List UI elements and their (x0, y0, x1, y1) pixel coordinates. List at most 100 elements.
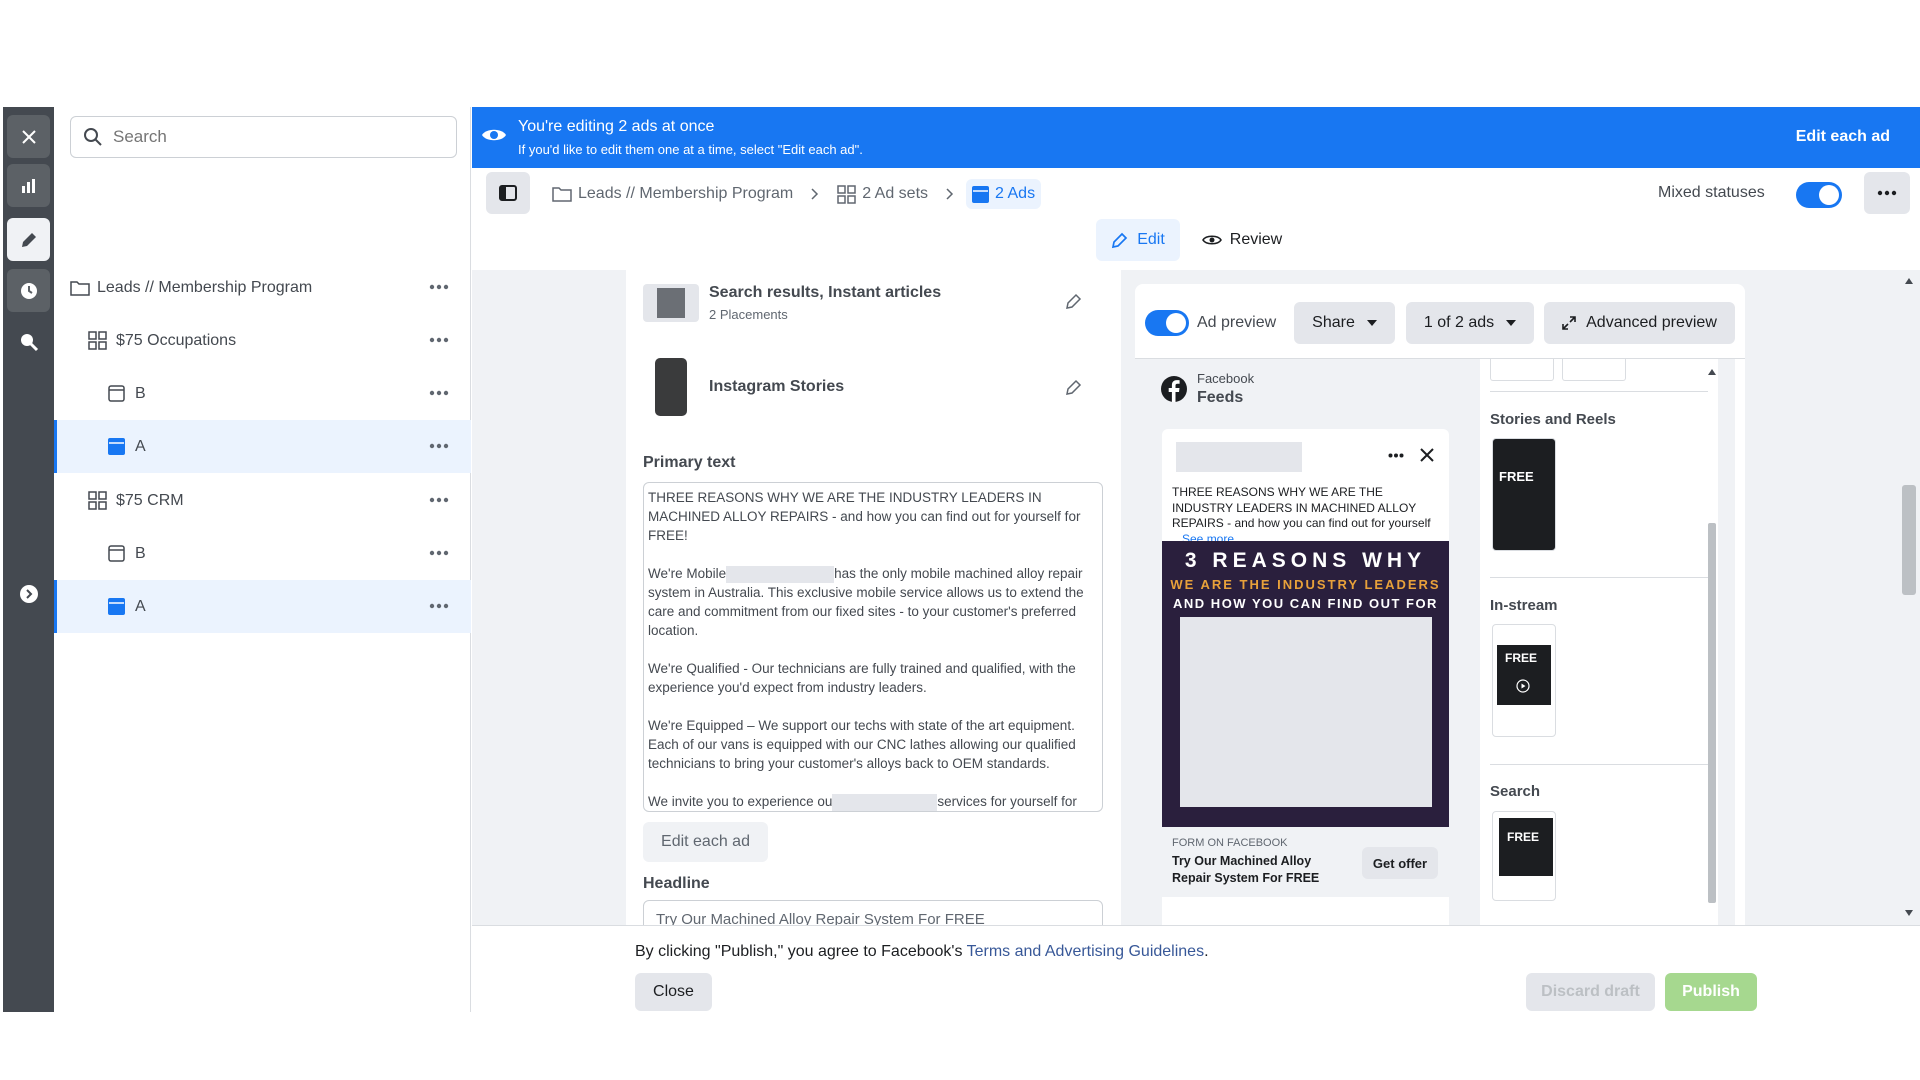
ad-preview-toggle[interactable] (1145, 310, 1189, 336)
tree-ad-label: B (135, 544, 146, 562)
grid-icon (88, 491, 107, 510)
more-icon[interactable] (429, 277, 449, 295)
placement-row: Instagram Stories (643, 358, 1083, 418)
tree-ad-label: A (135, 437, 146, 455)
close-icon[interactable] (7, 115, 50, 158)
in-stream-thumbnail[interactable]: FREE (1492, 624, 1556, 737)
banner-subtitle: If you'd like to edit them one at a time… (518, 142, 863, 157)
breadcrumb-ads-current[interactable]: 2 Ads (966, 179, 1042, 209)
breadcrumb: Leads // Membership Program 2 Ad sets 2 … (552, 168, 1042, 220)
primary-text-label: Primary text (643, 454, 736, 471)
breadcrumb-campaign[interactable]: Leads // Membership Program (578, 185, 793, 203)
eye-icon (482, 129, 506, 141)
pencil-icon[interactable] (1065, 292, 1083, 310)
grid-icon (88, 331, 107, 350)
ads-manager-window: Leads // Membership Program $75 Occupati… (0, 0, 1920, 1080)
edit-each-ad-link[interactable]: Edit each ad (1796, 128, 1890, 146)
section-search: Search (1490, 783, 1541, 800)
status-label: Mixed statuses (1658, 184, 1765, 201)
more-icon[interactable] (429, 330, 449, 348)
pencil-icon[interactable] (1065, 378, 1083, 396)
tree-campaign-label: Leads // Membership Program (97, 278, 313, 296)
close-icon[interactable] (1420, 448, 1434, 462)
ad-preview-label: Ad preview (1197, 314, 1277, 331)
placement-title: Search results, Instant articles (709, 284, 942, 301)
expand-chevron-icon[interactable] (7, 572, 50, 615)
preview-scrollbar[interactable] (1706, 363, 1718, 925)
caret-down-icon (1366, 320, 1377, 326)
placement-sub: 2 Placements (709, 307, 788, 322)
primary-text-paragraph: THREE REASONS WHY WE ARE THE INDUSTRY LE… (648, 490, 1081, 543)
more-icon[interactable] (429, 436, 449, 454)
edit-each-ad-button[interactable]: Edit each ad (643, 822, 768, 862)
discard-draft-button[interactable]: Discard draft (1526, 973, 1655, 1011)
stories-thumbnail[interactable]: FREE (1492, 438, 1556, 551)
pencil-icon (1112, 232, 1128, 249)
chevron-right-icon (946, 188, 954, 200)
more-icon[interactable] (429, 596, 449, 614)
eye-icon (1201, 235, 1222, 245)
tree-ad-a-selected[interactable]: A (54, 420, 471, 473)
sidebar-toggle-icon[interactable] (486, 172, 530, 214)
edit-review-tabs: Edit Review (472, 214, 1920, 270)
tree-ad-b[interactable]: B (54, 527, 471, 580)
ad-creative-form: Search results, Instant articles 2 Place… (626, 270, 1121, 925)
page-name-redacted (1176, 442, 1302, 472)
more-icon[interactable] (429, 383, 449, 401)
image-subline: AND HOW YOU CAN FIND OUT FOR (1173, 596, 1438, 611)
search-thumbnail[interactable]: FREE (1492, 811, 1556, 901)
clock-icon[interactable] (7, 269, 50, 312)
close-button[interactable]: Close (635, 973, 712, 1011)
multi-edit-banner: You're editing 2 ads at once If you'd li… (472, 107, 1920, 168)
tree-campaign[interactable]: Leads // Membership Program (54, 261, 471, 314)
primary-text-paragraph: We're Equipped – We support our techs wi… (648, 718, 1076, 771)
toolbar: Leads // Membership Program 2 Ad sets 2 … (472, 168, 1920, 220)
more-icon[interactable] (429, 543, 449, 561)
placement-thumbnail (655, 358, 687, 416)
ad-preview-panel: Ad preview Share 1 of 2 ads Advanced pre… (1135, 284, 1745, 925)
primary-text-paragraph: We're Mobile has the only mobile machined… (648, 565, 1084, 638)
tab-edit[interactable]: Edit (1096, 219, 1180, 261)
search-input[interactable] (113, 127, 433, 147)
more-options-icon[interactable] (1864, 172, 1910, 214)
placement-title: Instagram Stories (709, 378, 845, 395)
headline-input[interactable]: Try Our Machined Alloy Repair System For… (643, 900, 1103, 925)
expand-icon (1562, 316, 1576, 330)
banner-title: You're editing 2 ads at once (518, 118, 715, 135)
ads-count-dropdown[interactable]: 1 of 2 ads (1406, 302, 1534, 344)
preview-platform: Facebook (1197, 371, 1255, 386)
folder-icon (552, 187, 572, 202)
footer-bar: By clicking "Publish," you agree to Face… (472, 925, 1920, 1012)
ads-count-label: 1 of 2 ads (1423, 314, 1495, 331)
chart-icon[interactable] (7, 164, 50, 207)
tab-review[interactable]: Review (1192, 219, 1292, 261)
tree-ad-label: A (135, 597, 146, 615)
placement-row: Search results, Instant articles 2 Place… (643, 282, 1083, 340)
terms-link[interactable]: Terms and Advertising Guidelines (967, 943, 1204, 960)
primary-text-paragraph: We invite you to experience ou services f… (648, 793, 1077, 811)
primary-text-field[interactable]: THREE REASONS WHY WE ARE THE INDUSTRY LE… (643, 482, 1103, 812)
more-icon[interactable] (429, 490, 449, 508)
publish-button[interactable]: Publish (1665, 973, 1757, 1011)
tree-ad-a-selected[interactable]: A (54, 580, 471, 633)
advanced-preview-button[interactable]: Advanced preview (1544, 302, 1735, 344)
get-offer-button[interactable]: Get offer (1362, 847, 1438, 879)
content-scrollbar[interactable] (1898, 270, 1920, 925)
tree-adset-occupations[interactable]: $75 Occupations (54, 314, 471, 367)
ad-creative-image: 3 REASONS WHY WE ARE THE INDUSTRY LEADER… (1162, 541, 1449, 827)
breadcrumb-adsets[interactable]: 2 Ad sets (862, 185, 928, 203)
cta-bar: FORM ON FACEBOOK Try Our Machined Alloy … (1162, 827, 1449, 897)
tree-adset-crm[interactable]: $75 CRM (54, 474, 471, 527)
share-label: Share (1312, 314, 1355, 331)
ad-page-icon (972, 185, 990, 203)
tree-adset-label: $75 CRM (116, 491, 184, 509)
search-box[interactable] (70, 116, 457, 158)
status-toggle[interactable] (1796, 182, 1842, 208)
pencil-icon[interactable] (7, 218, 50, 261)
ad-page-icon (108, 598, 125, 615)
tree-ad-b[interactable]: B (54, 367, 471, 420)
zoom-search-icon[interactable] (7, 320, 50, 363)
share-dropdown[interactable]: Share (1294, 302, 1395, 344)
more-icon[interactable] (1388, 453, 1404, 458)
tab-review-label: Review (1229, 231, 1283, 248)
